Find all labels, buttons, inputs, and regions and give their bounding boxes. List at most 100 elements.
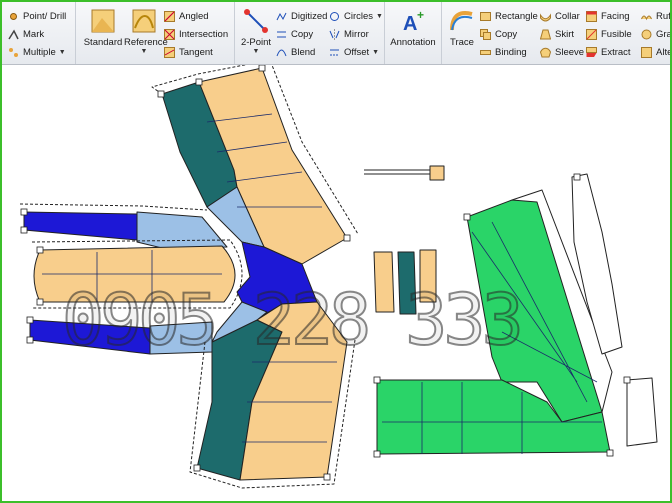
extract-label: Extract [601,46,631,58]
intersection-label: Intersection [179,28,229,40]
reference-button[interactable]: Reference ▼ [124,8,168,55]
circles-chevron-down-icon: ▼ [376,12,383,20]
ribbon-group-annotation: A + Annotation [385,2,442,64]
copy-line-label: Copy [291,28,314,40]
intersection-icon [164,28,175,40]
annotation-button[interactable]: A + Annotation [387,8,439,48]
circles-icon [329,11,340,22]
annotation-icon: A + [400,8,426,35]
blend-icon [276,47,287,58]
facing-label: Facing [601,10,630,22]
fusible-icon [586,28,597,40]
rectangle-icon [480,11,491,22]
offset-label: Offset [344,46,370,58]
reference-icon [131,8,157,34]
multiple-button[interactable]: Multiple ▼ [8,44,66,60]
binding-icon [480,47,491,58]
point-drill-button[interactable]: Point/ Drill [8,8,66,24]
copy-line-button[interactable]: Copy [276,26,313,42]
svg-text:+: + [417,8,424,22]
sleeve-label: Sleeve [555,46,585,58]
angled-button[interactable]: Angled [164,8,209,24]
circles-button[interactable]: Circles ▼ [329,8,383,24]
point-drill-icon [8,11,19,22]
blend-button[interactable]: Blend [276,44,315,60]
collar-label: Collar [555,10,580,22]
pattern-piece-left-light-top [136,211,228,249]
sleeve-icon [539,47,552,58]
reference-chevron-down-icon: ▼ [140,48,148,55]
ruffle-button[interactable]: Ruf [641,8,671,24]
mirror-icon [329,28,340,40]
pattern-piece-left-blue-top [23,211,138,241]
ribbon-toolbar: Point/ Drill Mark Multiple ▼ Standard Ref… [2,2,670,65]
fusible-button[interactable]: Fusible [586,26,632,42]
pattern-canvas[interactable]: 0905 228 333 [2,59,670,501]
mark-label: Mark [23,28,45,40]
tangent-button[interactable]: Tangent [164,44,213,60]
standard-label: Standard [83,37,123,48]
angled-icon [164,10,175,22]
collar-icon [540,11,551,22]
collar-button[interactable]: Collar [540,8,580,24]
app-frame: Point/ Drill Mark Multiple ▼ Standard Ref… [0,0,672,503]
circles-label: Circles [344,10,374,22]
trace-label: Trace [450,37,474,48]
multiple-label: Multiple [23,46,56,58]
ribbon-group-pieces: Trace Rectangle Copy Binding Collar Skir… [442,2,672,64]
two-point-label: 2-Point [240,37,272,48]
angled-label: Angled [179,10,209,22]
mirror-button[interactable]: Mirror [329,26,369,42]
skirt-button[interactable]: Skirt [539,26,574,42]
rectangle-label: Rectangle [495,10,538,22]
skirt-icon [539,29,552,40]
ruffle-icon [641,11,652,22]
alter-label: Alte [656,46,672,58]
digitized-icon [276,11,287,22]
standard-button[interactable]: Standard [81,8,125,48]
copy-piece-button[interactable]: Copy [480,26,517,42]
alter-button[interactable]: Alte [641,44,672,60]
phone-watermark: 0905 228 333 [61,278,525,362]
fusible-label: Fusible [601,28,632,40]
tangent-label: Tangent [179,46,213,58]
annotation-label: Annotation [390,37,436,48]
offset-icon [329,47,340,58]
offset-chevron-down-icon: ▼ [372,48,380,56]
facing-button[interactable]: Facing [586,8,630,24]
trace-icon [449,8,475,34]
intersection-button[interactable]: Intersection [164,26,228,42]
multiple-icon [8,47,19,58]
copy-line-icon [276,29,287,40]
standard-icon [90,8,116,34]
copy-piece-label: Copy [495,28,518,40]
two-point-chevron-down-icon: ▼ [252,48,260,55]
extract-button[interactable]: Extract [586,44,631,60]
digitized-button[interactable]: Digitized [276,8,327,24]
facing-icon [586,10,597,22]
mark-icon [8,28,19,40]
grade-button[interactable]: Gra [641,26,672,42]
blend-label: Blend [291,46,316,58]
alter-icon [641,46,652,58]
binding-button[interactable]: Binding [480,44,527,60]
offset-button[interactable]: Offset ▼ [329,44,379,60]
copy-piece-icon [480,28,491,40]
binding-label: Binding [495,46,527,58]
ribbon-group-points: Point/ Drill Mark Multiple ▼ [2,2,76,64]
chevron-down-icon: ▼ [58,48,66,56]
ruffle-label: Ruf [656,10,671,22]
extract-icon [586,46,597,58]
grade-label: Gra [656,28,672,40]
rectangle-button[interactable]: Rectangle [480,8,538,24]
two-point-line-icon [243,8,269,34]
tangent-icon [164,46,175,58]
trace-button[interactable]: Trace [445,8,479,48]
svg-text:A: A [403,13,417,34]
digitized-label: Digitized [291,10,328,22]
mark-button[interactable]: Mark [8,26,44,42]
mirror-label: Mirror [344,28,369,40]
two-point-button[interactable]: 2-Point ▼ [237,8,275,55]
grade-icon [641,29,652,40]
sleeve-button[interactable]: Sleeve [539,44,585,60]
